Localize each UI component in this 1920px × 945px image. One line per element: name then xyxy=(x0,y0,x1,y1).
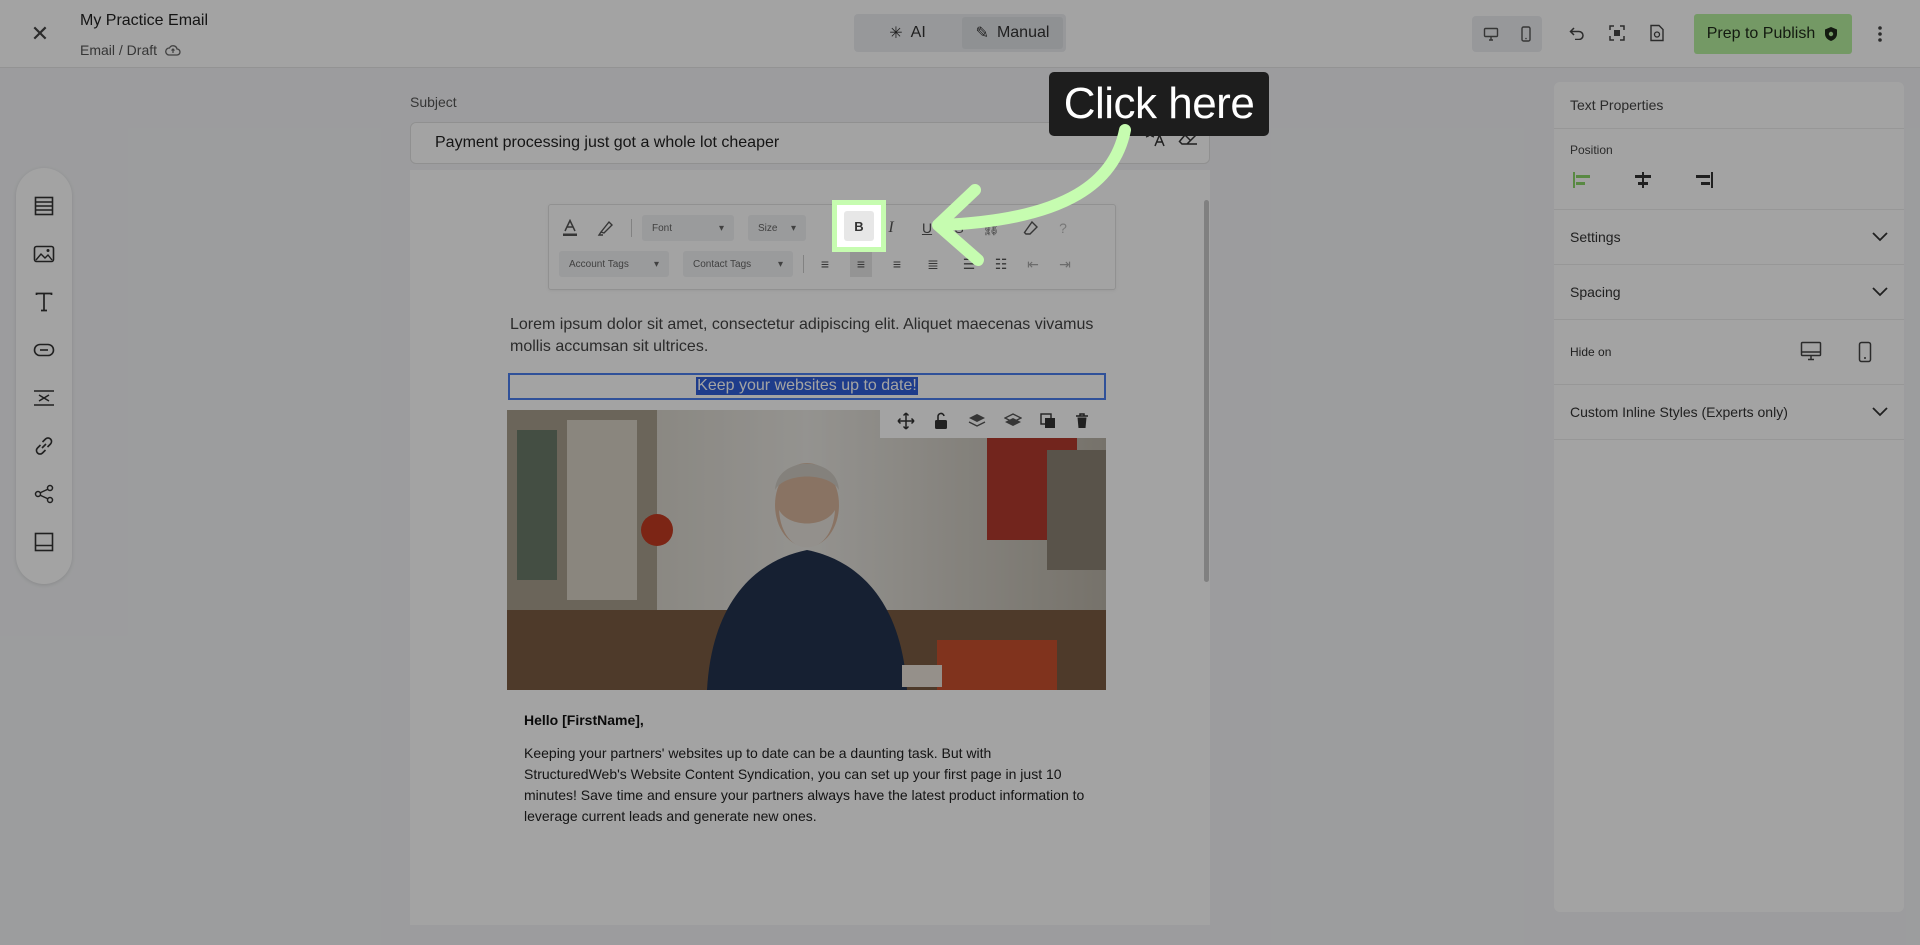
contact-tags-label: Contact Tags xyxy=(693,258,752,270)
greeting-text[interactable]: Hello [FirstName], xyxy=(524,712,644,728)
properties-panel: Text Properties Position Settings Spacin… xyxy=(1554,82,1904,912)
move-icon[interactable] xyxy=(897,412,915,430)
settings-label: Settings xyxy=(1570,229,1621,245)
custom-styles-label: Custom Inline Styles (Experts only) xyxy=(1570,404,1788,420)
mode-switch: ✳ AI ✎ Manual xyxy=(854,14,1066,52)
caret-down-icon: ▾ xyxy=(777,258,783,270)
subject-value: Payment processing just got a whole lot … xyxy=(435,134,780,151)
footer-block-icon[interactable] xyxy=(31,530,57,554)
tutorial-arrow-icon xyxy=(932,124,1131,266)
link-block-icon[interactable] xyxy=(31,434,57,458)
bold-button-highlight[interactable]: B xyxy=(844,211,874,241)
social-share-icon[interactable] xyxy=(31,482,57,506)
spacing-label: Spacing xyxy=(1570,284,1621,300)
chevron-down-icon xyxy=(1872,232,1888,242)
caret-down-icon: ▾ xyxy=(653,258,659,270)
canvas-scrollbar[interactable] xyxy=(1204,200,1209,582)
highlighted-bold-button[interactable]: B xyxy=(832,200,886,252)
contact-tags-select[interactable]: Contact Tags ▾ xyxy=(683,251,793,277)
settings-row[interactable]: Settings xyxy=(1570,210,1888,264)
more-menu-icon[interactable] xyxy=(1870,20,1890,48)
align-right-position-icon[interactable] xyxy=(1692,171,1714,189)
block-actions-toolbar xyxy=(880,404,1106,438)
image-block-icon[interactable] xyxy=(31,242,57,266)
font-select[interactable]: Font ▾ xyxy=(642,215,734,241)
panel-header: Text Properties xyxy=(1554,82,1904,129)
account-tags-label: Account Tags xyxy=(569,258,629,270)
hide-on-row: Hide on xyxy=(1570,320,1888,384)
hide-on-devices xyxy=(1800,341,1872,363)
button-block-icon[interactable] xyxy=(31,338,57,362)
align-left-position-icon[interactable] xyxy=(1572,171,1594,189)
custom-styles-row[interactable]: Custom Inline Styles (Experts only) xyxy=(1570,385,1888,439)
spacer-block-icon[interactable] xyxy=(31,386,57,410)
pencil-icon: ✎ xyxy=(975,25,989,42)
mobile-icon[interactable] xyxy=(1520,26,1532,42)
document-title: My Practice Email xyxy=(80,12,209,29)
caret-down-icon: ▾ xyxy=(718,222,724,234)
align-center-icon[interactable]: ≡ xyxy=(850,251,872,277)
rows-block-icon[interactable] xyxy=(31,194,57,218)
caret-down-icon: ▾ xyxy=(790,222,796,234)
size-select[interactable]: Size ▾ xyxy=(748,215,806,241)
headline-text-block[interactable]: Keep your websites up to date! xyxy=(508,373,1106,400)
align-right-icon[interactable]: ≡ xyxy=(886,251,908,277)
position-label: Position xyxy=(1570,143,1613,157)
layer-down-icon[interactable] xyxy=(1004,413,1023,429)
breadcrumb: Email / Draft xyxy=(80,42,181,58)
block-palette xyxy=(16,168,72,584)
text-block-icon[interactable] xyxy=(31,290,57,314)
sparkle-icon: ✳ xyxy=(889,25,903,42)
mobile-icon[interactable] xyxy=(1858,341,1872,363)
headline-selected-text: Keep your websites up to date! xyxy=(696,377,918,395)
settings-section[interactable]: Settings xyxy=(1554,210,1904,265)
account-tags-select[interactable]: Account Tags ▾ xyxy=(559,251,669,277)
panel-title: Text Properties xyxy=(1570,97,1664,113)
align-left-icon[interactable]: ≡ xyxy=(814,251,836,277)
publish-label: Prep to Publish xyxy=(1706,25,1816,42)
mode-manual-label: Manual xyxy=(996,24,1050,41)
duplicate-icon[interactable] xyxy=(1040,413,1056,429)
toolbar-divider xyxy=(631,219,632,237)
spacing-section[interactable]: Spacing xyxy=(1554,265,1904,320)
custom-styles-section[interactable]: Custom Inline Styles (Experts only) xyxy=(1554,385,1904,440)
breadcrumb-text: Email / Draft xyxy=(80,42,158,58)
desktop-icon[interactable] xyxy=(1483,27,1499,41)
size-select-label: Size xyxy=(758,222,778,234)
align-center-position-icon[interactable] xyxy=(1632,171,1654,189)
undo-icon[interactable] xyxy=(1566,20,1588,46)
mode-ai-button[interactable]: ✳ AI xyxy=(857,17,958,49)
preview-doc-icon[interactable] xyxy=(1646,20,1668,46)
body-paragraph[interactable]: Keeping your partners' websites up to da… xyxy=(524,743,1094,827)
chevron-down-icon xyxy=(1872,287,1888,297)
close-icon[interactable]: ✕ xyxy=(28,22,52,46)
device-preview-group xyxy=(1472,16,1542,52)
hero-image[interactable] xyxy=(507,410,1106,690)
spacing-row[interactable]: Spacing xyxy=(1570,265,1888,319)
shield-icon xyxy=(1825,27,1838,41)
font-select-label: Font xyxy=(652,222,673,234)
unlock-icon[interactable] xyxy=(933,412,949,430)
chevron-down-icon xyxy=(1872,407,1888,417)
hide-on-label: Hide on xyxy=(1570,345,1612,359)
fullscreen-icon[interactable] xyxy=(1606,20,1628,46)
trash-icon[interactable] xyxy=(1075,413,1089,429)
text-color-icon[interactable] xyxy=(559,215,581,241)
toolbar-divider xyxy=(803,255,804,273)
cloud-icon xyxy=(165,45,181,56)
prep-to-publish-button[interactable]: Prep to Publish xyxy=(1694,14,1852,54)
subject-label: Subject xyxy=(410,94,457,110)
toolbar-actions xyxy=(1566,20,1668,46)
mode-manual-button[interactable]: ✎ Manual xyxy=(962,17,1063,49)
position-options xyxy=(1570,157,1888,209)
top-bar: ✕ My Practice Email Email / Draft ✳ AI ✎… xyxy=(0,0,1920,68)
mode-ai-label: AI xyxy=(910,24,926,41)
layer-up-icon[interactable] xyxy=(968,413,986,429)
highlight-icon[interactable] xyxy=(595,215,617,241)
desktop-icon[interactable] xyxy=(1800,341,1822,361)
position-section: Position xyxy=(1554,129,1904,210)
hide-on-section: Hide on xyxy=(1554,320,1904,385)
intro-paragraph[interactable]: Lorem ipsum dolor sit amet, consectetur … xyxy=(510,314,1100,358)
